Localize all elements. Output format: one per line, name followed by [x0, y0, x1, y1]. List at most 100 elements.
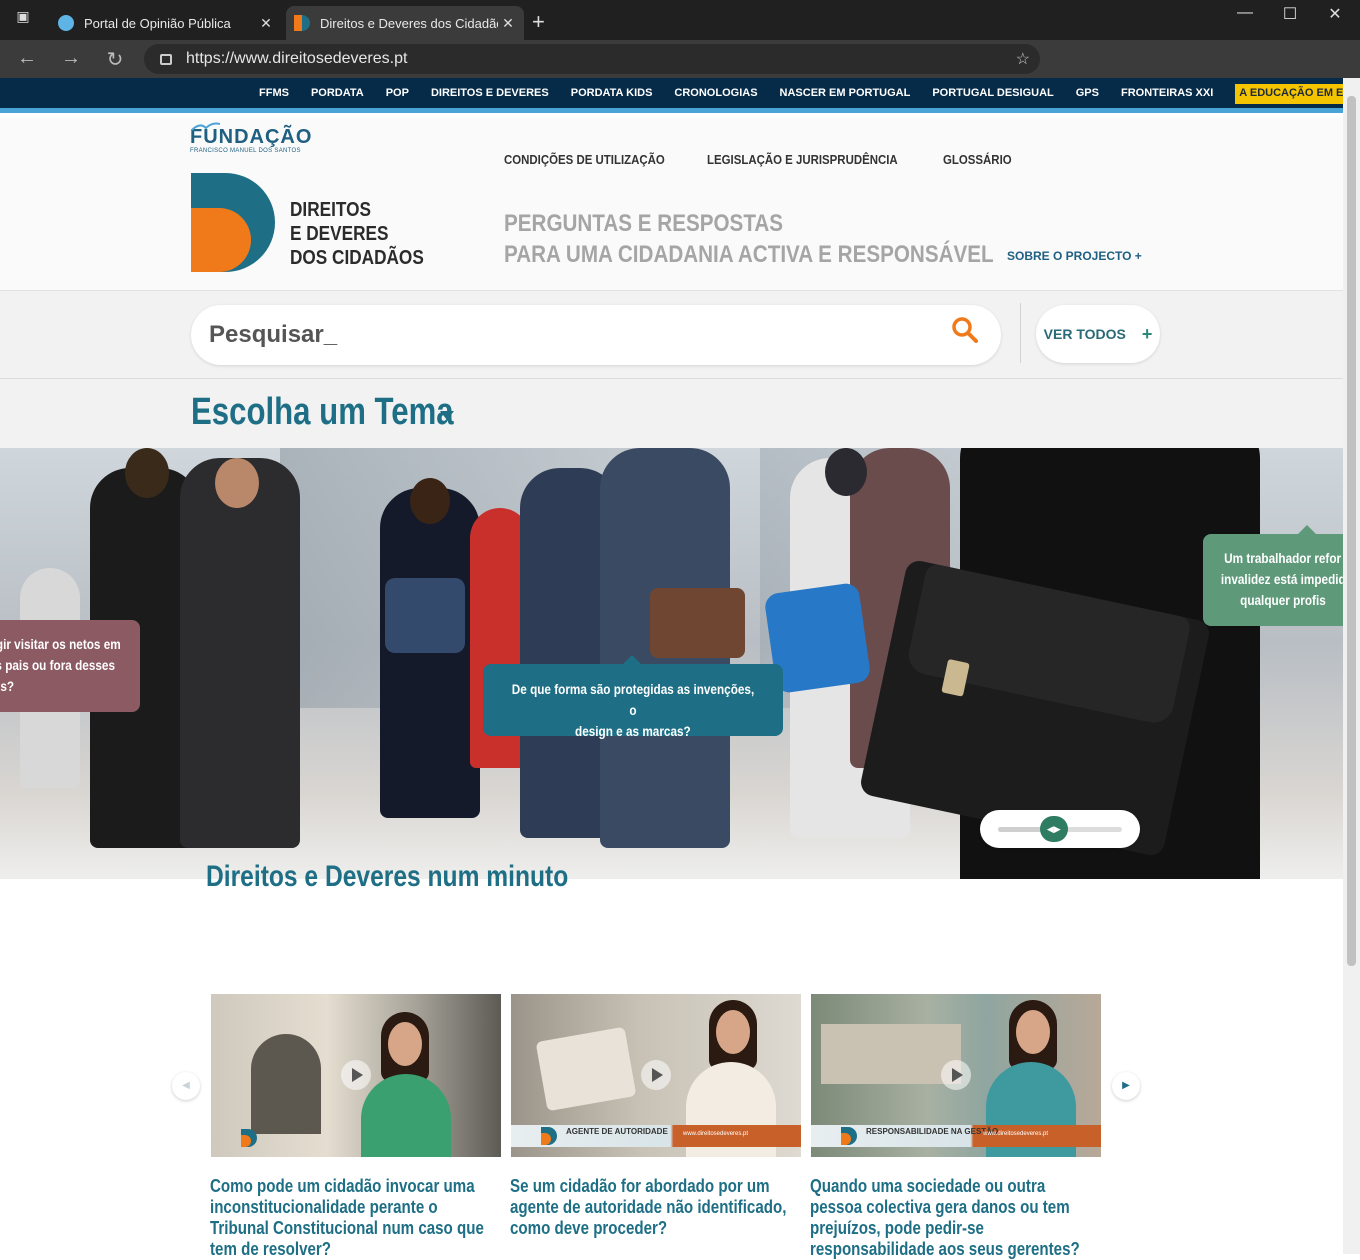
header-links: CONDIÇÕES DE UTILIZAÇÃO LEGISLAÇÃO E JUR…	[504, 152, 1041, 167]
video-thumbnail[interactable]: AGENTE DE AUTORIDADE www.direitosedevere…	[511, 994, 801, 1157]
tema-row: Escolha um Tema	[0, 379, 1343, 448]
tagline-line: PERGUNTAS E RESPOSTAS	[504, 210, 784, 237]
sobre-projecto-link[interactable]: SOBRE O PROJECTO +	[1007, 249, 1142, 263]
play-icon[interactable]	[341, 1060, 371, 1090]
hero-bag	[385, 578, 465, 653]
tab-portal-opiniao[interactable]: Portal de Opinião Pública ✕	[50, 6, 282, 40]
bubble-line: Um trabalhador refor	[1224, 550, 1342, 566]
lower-third-site: www.direitosedeveres.pt	[683, 1131, 749, 1137]
play-icon[interactable]	[941, 1060, 971, 1090]
carousel-prev-button[interactable]: ◀	[172, 1072, 200, 1100]
minuto-section-title: Direitos e Deveres num minuto	[206, 860, 569, 893]
minimize-icon[interactable]: —	[1230, 4, 1260, 22]
site-header: FUNDAÇÃO FRANCISCO MANUEL DOS SANTOS DIR…	[0, 118, 1343, 291]
topnav-item-cronologias[interactable]: CRONOLOGIAS	[674, 87, 757, 104]
topnav-item-educacao[interactable]: A EDUCAÇÃO EM EXAME	[1235, 84, 1343, 104]
new-tab-icon[interactable]: +	[532, 9, 545, 35]
search-input[interactable]	[209, 317, 909, 353]
hero-person	[380, 488, 480, 818]
forward-icon[interactable]: →	[56, 47, 86, 70]
fundacao-sub: FRANCISCO MANUEL DOS SANTOS	[190, 148, 301, 154]
scrollbar-thumb[interactable]	[1347, 96, 1356, 966]
video-caption-link[interactable]: Como pode um cidadão invocar uma inconst…	[210, 1176, 496, 1260]
topnav-item-gps[interactable]: GPS	[1076, 87, 1099, 104]
lock-icon	[160, 53, 172, 65]
topnav-item-direitos[interactable]: DIREITOS E DEVERES	[431, 87, 549, 104]
bubble-line: design e as marcas?	[575, 723, 691, 739]
tab-title: Portal de Opinião Pública	[84, 15, 231, 31]
maximize-icon[interactable]: ☐	[1275, 4, 1305, 24]
bird-icon	[192, 122, 220, 131]
top-network-nav: FFMS PORDATA POP DIREITOS E DEVERES PORD…	[0, 78, 1343, 113]
tab-favicon	[294, 15, 310, 31]
bubble-line: qualquer profis	[1240, 592, 1326, 608]
refresh-icon[interactable]: ↻	[100, 47, 130, 72]
bubble-line: De que forma são protegidas as invenções…	[511, 681, 755, 718]
url-text: https://www.direitosedeveres.pt	[186, 50, 408, 67]
video-thumbnail[interactable]: RESPONSABILIDADE NA GESTÃO www.direitose…	[811, 994, 1101, 1157]
close-tab-icon[interactable]: ✕	[256, 15, 276, 32]
video-caption-link[interactable]: Se um cidadão for abordado por um agente…	[510, 1176, 796, 1239]
hero-head	[125, 448, 169, 498]
lower-third-label: RESPONSABILIDADE NA GESTÃO	[866, 1127, 999, 1136]
tagline-line: PARA UMA CIDADANIA ACTIVA E RESPONSÁVEL	[504, 241, 994, 268]
bubble-line: sos?	[0, 678, 15, 694]
slider-handle[interactable]: ◀▶	[1039, 816, 1068, 842]
topnav-item-pop[interactable]: POP	[386, 87, 409, 104]
caret-down-icon[interactable]	[440, 411, 454, 420]
tab-actions-icon[interactable]: ▣	[8, 8, 38, 25]
back-icon[interactable]: ←	[12, 47, 42, 70]
play-icon[interactable]	[641, 1060, 671, 1090]
hero-banner: gir visitar os netos em s pais ou fora d…	[0, 448, 1343, 879]
topnav-item-pordata[interactable]: PORDATA	[311, 87, 364, 104]
browser-title-bar: ▣ Portal de Opinião Pública ✕ Direitos e…	[0, 0, 1360, 40]
link-glossario[interactable]: GLOSSÁRIO	[943, 152, 1012, 167]
page-scrollbar[interactable]	[1343, 78, 1360, 1254]
tagline: PERGUNTAS E RESPOSTAS PARA UMA CIDADANIA…	[504, 208, 994, 270]
url-field[interactable]: https://www.direitosedeveres.pt ☆	[144, 44, 1040, 74]
ver-todos-button[interactable]: VER TODOS +	[1036, 305, 1160, 363]
question-bubble-center[interactable]: De que forma são protegidas as invenções…	[483, 655, 783, 739]
question-bubble-right[interactable]: Um trabalhador refor invalidez está impe…	[1203, 525, 1343, 626]
search-divider	[1020, 303, 1021, 363]
question-bubble-left[interactable]: gir visitar os netos em s pais ou fora d…	[0, 620, 140, 712]
lower-third-label: AGENTE DE AUTORIDADE	[566, 1127, 668, 1136]
favorite-star-icon[interactable]: ☆	[1016, 49, 1030, 69]
topnav-item-desigual[interactable]: PORTUGAL DESIGUAL	[932, 87, 1053, 104]
hero-slider[interactable]: ◀▶	[980, 810, 1140, 848]
lower-third-site: www.direitosedeveres.pt	[983, 1131, 1049, 1137]
tab-title: Direitos e Deveres dos Cidadãos	[320, 15, 498, 31]
address-bar: ← → ↻ https://www.direitosedeveres.pt ☆	[0, 40, 1360, 78]
search-row: VER TODOS +	[0, 291, 1343, 379]
tab-direitos-deveres[interactable]: Direitos e Deveres dos Cidadãos ✕	[286, 6, 524, 40]
search-box	[191, 305, 1001, 365]
topnav-item-ffms[interactable]: FFMS	[259, 87, 289, 104]
hero-head	[215, 458, 259, 508]
link-legislacao[interactable]: LEGISLAÇÃO E JURISPRUDÊNCIA	[707, 152, 898, 167]
topnav-item-pordata-kids[interactable]: PORDATA KIDS	[571, 87, 653, 104]
brand-title[interactable]: DIREITOS E DEVERES DOS CIDADÃOS	[290, 198, 424, 270]
escolha-tema-dropdown[interactable]: Escolha um Tema	[191, 391, 454, 434]
ver-todos-label: VER TODOS	[1043, 326, 1126, 342]
fundacao-logo[interactable]: FUNDAÇÃO FRANCISCO MANUEL DOS SANTOS	[190, 122, 312, 154]
tab-favicon	[58, 15, 74, 31]
topnav-item-fronteiras[interactable]: FRONTEIRAS XXI	[1121, 87, 1213, 104]
hero-bag	[650, 588, 745, 658]
bubble-line: gir visitar os netos em	[0, 636, 121, 652]
carousel-next-button[interactable]: ▶	[1112, 1072, 1140, 1100]
hero-person	[180, 458, 300, 848]
topnav-item-nascer[interactable]: NASCER EM PORTUGAL	[780, 87, 911, 104]
video-thumbnail[interactable]	[211, 994, 501, 1157]
close-tab-icon[interactable]: ✕	[498, 15, 518, 32]
bubble-line: s pais ou fora desses	[0, 657, 116, 673]
link-condicoes[interactable]: CONDIÇÕES DE UTILIZAÇÃO	[504, 152, 665, 167]
plus-icon: +	[1141, 323, 1153, 344]
hero-head	[410, 478, 450, 524]
video-caption-link[interactable]: Quando uma sociedade ou outra pessoa col…	[810, 1176, 1096, 1260]
brand-line: DOS CIDADÃOS	[290, 247, 424, 269]
direitos-d-logo[interactable]	[191, 173, 275, 272]
bubble-line: invalidez está impedid	[1220, 571, 1343, 587]
close-window-icon[interactable]: ✕	[1320, 4, 1350, 24]
search-icon[interactable]	[952, 317, 978, 343]
brand-line: DIREITOS	[290, 199, 371, 221]
